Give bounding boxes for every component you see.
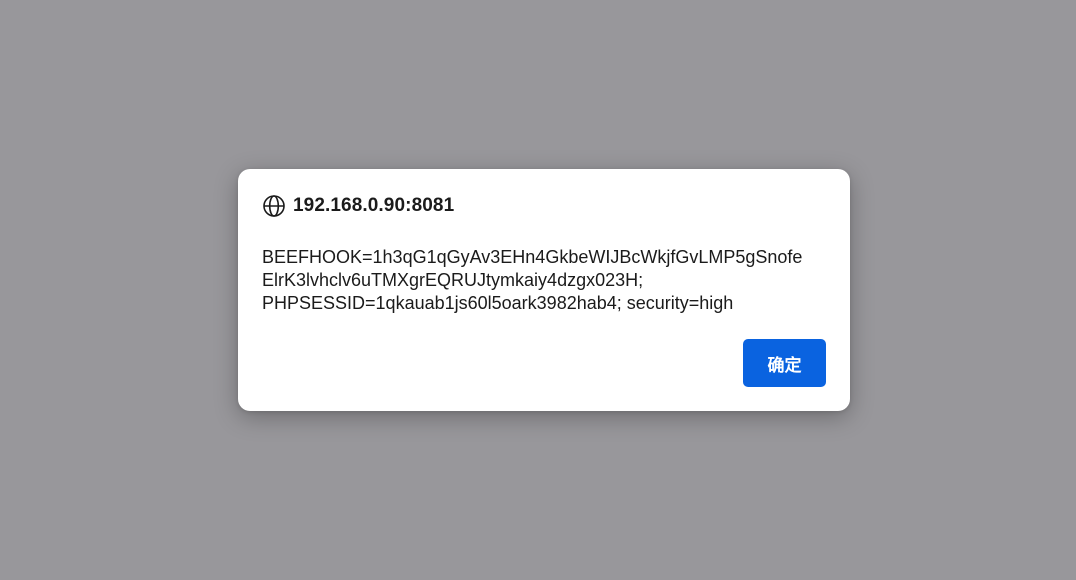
dialog-header: 192.168.0.90:8081 xyxy=(262,193,454,219)
dialog-message: BEEFHOOK=1h3qG1qGyAv3EHn4GkbeWIJBcWkjfGv… xyxy=(262,246,832,315)
message-line: BEEFHOOK=1h3qG1qGyAv3EHn4GkbeWIJBcWkjfGv… xyxy=(262,247,803,267)
ok-button[interactable]: 确定 xyxy=(743,339,826,387)
message-line: ElrK3lvhclv6uTMXgrEQRUJtymkaiy4dzgx023H; xyxy=(262,270,644,290)
dialog-origin: 192.168.0.90:8081 xyxy=(293,195,455,216)
alert-dialog: 192.168.0.90:8081 BEEFHOOK=1h3qG1qGyAv3E… xyxy=(238,169,850,411)
globe-icon xyxy=(262,194,286,218)
message-line: PHPSESSID=1qkauab1js60l5oark3982hab4; se… xyxy=(262,293,734,313)
